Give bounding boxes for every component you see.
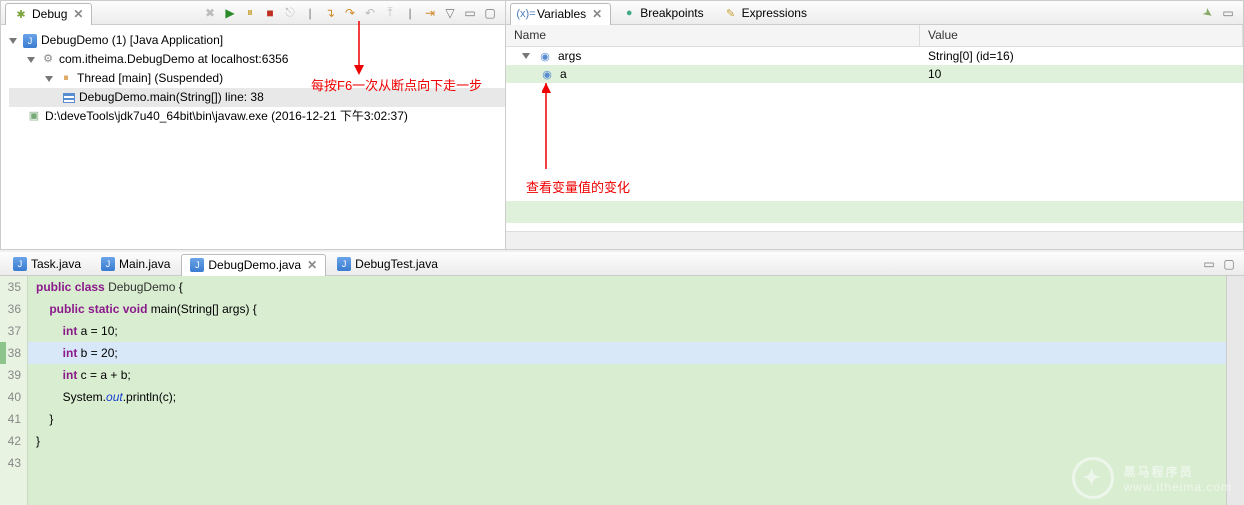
- annotation-vars: 查看变量值的变化: [526, 177, 630, 196]
- variables-icon: (x)=: [519, 7, 533, 21]
- view-menu-icon[interactable]: ▽: [441, 4, 459, 22]
- tree-process-label: D:\deveTools\jdk7u40_64bit\bin\javaw.exe…: [45, 107, 408, 126]
- process-icon: ▣: [27, 110, 41, 124]
- editor-tabs: J Task.java J Main.java J DebugDemo.java ✕ J…: [0, 252, 1244, 276]
- stack-icon: [63, 93, 75, 103]
- tab-breakpoints[interactable]: ● Breakpoints: [613, 2, 712, 24]
- target-icon: ⚙: [41, 53, 55, 67]
- expand-icon[interactable]: [9, 38, 17, 44]
- tab-main-java[interactable]: J Main.java: [92, 253, 179, 275]
- minimize-icon[interactable]: ▭: [461, 4, 479, 22]
- vars-tabs: (x)= Variables ✕ ● Breakpoints ✎ Express…: [506, 1, 1243, 25]
- annotation-f6: 每按F6一次从断点向下走一步: [311, 75, 482, 94]
- var-row[interactable]: ◉ args String[0] (id=16): [506, 47, 1243, 65]
- detail-pane: [506, 201, 1243, 223]
- tree-process[interactable]: ▣ D:\deveTools\jdk7u40_64bit\bin\javaw.e…: [9, 107, 505, 126]
- arrow-2: [542, 83, 562, 175]
- tab-expressions-label: Expressions: [742, 6, 807, 20]
- tree-target-label: com.itheima.DebugDemo at localhost:6356: [59, 50, 288, 69]
- tab-variables-label: Variables: [537, 7, 586, 21]
- tree-thread-label: Thread [main] (Suspended): [77, 69, 223, 88]
- debug-toolbar: ✖ ▶ ⏸ ■ ⎋ | ↴ ↷ ↶ ⤒ | ⇥ ▽ ▭ ▢: [201, 4, 505, 22]
- debug-view-tabs: ✱ Debug ✕ ✖ ▶ ⏸ ■ ⎋ | ↴ ↷ ↶ ⤒ | ⇥ ▽ ▭ ▢: [1, 1, 505, 25]
- line-gutter: 353637383940414243: [0, 276, 28, 505]
- suspend-icon[interactable]: ⏸: [241, 4, 259, 22]
- tab-label: DebugTest.java: [355, 257, 438, 271]
- brand-logo-icon: ✦: [1072, 457, 1114, 499]
- watermark: ✦ 黑马程序员 www.itheima.com: [1072, 457, 1232, 499]
- java-file-icon: J: [190, 258, 204, 272]
- var-value: 10: [920, 67, 1243, 81]
- close-icon[interactable]: ✕: [592, 7, 602, 21]
- tree-launch-label: DebugDemo (1) [Java Application]: [41, 31, 223, 50]
- editor-body[interactable]: 353637383940414243 public class DebugDem…: [0, 276, 1244, 505]
- tree-target[interactable]: ⚙ com.itheima.DebugDemo at localhost:635…: [9, 50, 505, 69]
- tab-variables[interactable]: (x)= Variables ✕: [510, 3, 611, 25]
- bug-icon: ✱: [14, 7, 28, 21]
- var-name: a: [560, 67, 567, 81]
- expand-icon[interactable]: [45, 76, 53, 82]
- tab-debugtest-java[interactable]: J DebugTest.java: [328, 253, 447, 275]
- drop-frame-icon[interactable]: ⤒: [381, 4, 399, 22]
- tab-debug-label: Debug: [32, 7, 67, 21]
- variables-panel: (x)= Variables ✕ ● Breakpoints ✎ Express…: [506, 0, 1244, 250]
- tab-label: Task.java: [31, 257, 81, 271]
- h-scrollbar[interactable]: [506, 231, 1243, 249]
- tab-task-java[interactable]: J Task.java: [4, 253, 90, 275]
- thread-icon: ⏸: [59, 72, 73, 86]
- tab-debugdemo-java[interactable]: J DebugDemo.java ✕: [181, 254, 326, 276]
- minimize-icon[interactable]: ▭: [1200, 255, 1218, 273]
- step-into-icon[interactable]: ↴: [321, 4, 339, 22]
- tree-frame-label: DebugDemo.main(String[]) line: 38: [79, 88, 264, 107]
- arrow-1: [351, 21, 411, 75]
- minimize-icon[interactable]: ▭: [1219, 4, 1237, 22]
- tree-launch[interactable]: J DebugDemo (1) [Java Application]: [9, 31, 505, 50]
- terminate-icon[interactable]: ■: [261, 4, 279, 22]
- expand-icon[interactable]: [522, 53, 530, 59]
- var-icon: ◉: [538, 49, 552, 63]
- brand-name: 黑马程序员: [1124, 465, 1194, 479]
- editor-area: J Task.java J Main.java J DebugDemo.java ✕ J…: [0, 252, 1244, 505]
- step-return-icon[interactable]: ↶: [361, 4, 379, 22]
- maximize-icon[interactable]: ▢: [1220, 255, 1238, 273]
- vars-header: Name Value: [506, 25, 1243, 47]
- var-value: String[0] (id=16): [920, 49, 1243, 63]
- java-file-icon: J: [13, 257, 27, 271]
- var-row[interactable]: ◉ a 10: [506, 65, 1243, 83]
- maximize-icon[interactable]: ▢: [481, 4, 499, 22]
- tab-label: Main.java: [119, 257, 170, 271]
- vars-body: ◉ args String[0] (id=16) ◉ a 10 查看变量值的变化: [506, 47, 1243, 249]
- var-name: args: [558, 49, 581, 63]
- var-icon: ◉: [540, 67, 554, 81]
- tab-debug[interactable]: ✱ Debug ✕: [5, 3, 92, 25]
- tab-label: DebugDemo.java: [208, 258, 301, 272]
- close-icon[interactable]: ✕: [73, 7, 83, 21]
- debug-view: ✱ Debug ✕ ✖ ▶ ⏸ ■ ⎋ | ↴ ↷ ↶ ⤒ | ⇥ ▽ ▭ ▢: [0, 0, 506, 250]
- expand-icon[interactable]: [27, 57, 35, 63]
- java-file-icon: J: [337, 257, 351, 271]
- tab-breakpoints-label: Breakpoints: [640, 6, 703, 20]
- java-app-icon: J: [23, 34, 37, 48]
- pin-icon[interactable]: ➤: [1199, 4, 1217, 22]
- step-filters-icon[interactable]: ⇥: [421, 4, 439, 22]
- sep: |: [301, 4, 319, 22]
- breakpoints-icon: ●: [622, 6, 636, 20]
- disconnect-icon[interactable]: ⎋: [281, 4, 299, 22]
- resume-icon[interactable]: ▶: [221, 4, 239, 22]
- col-value[interactable]: Value: [920, 25, 1243, 46]
- step-over-icon[interactable]: ↷: [341, 4, 359, 22]
- close-icon[interactable]: ✕: [307, 258, 317, 272]
- sep2: |: [401, 4, 419, 22]
- expressions-icon: ✎: [724, 6, 738, 20]
- col-name[interactable]: Name: [506, 25, 920, 46]
- code-area[interactable]: public class DebugDemo { public static v…: [28, 276, 1226, 505]
- brand-url: www.itheima.com: [1124, 480, 1232, 494]
- java-file-icon: J: [101, 257, 115, 271]
- tab-expressions[interactable]: ✎ Expressions: [715, 2, 816, 24]
- remove-terminated-icon[interactable]: ✖: [201, 4, 219, 22]
